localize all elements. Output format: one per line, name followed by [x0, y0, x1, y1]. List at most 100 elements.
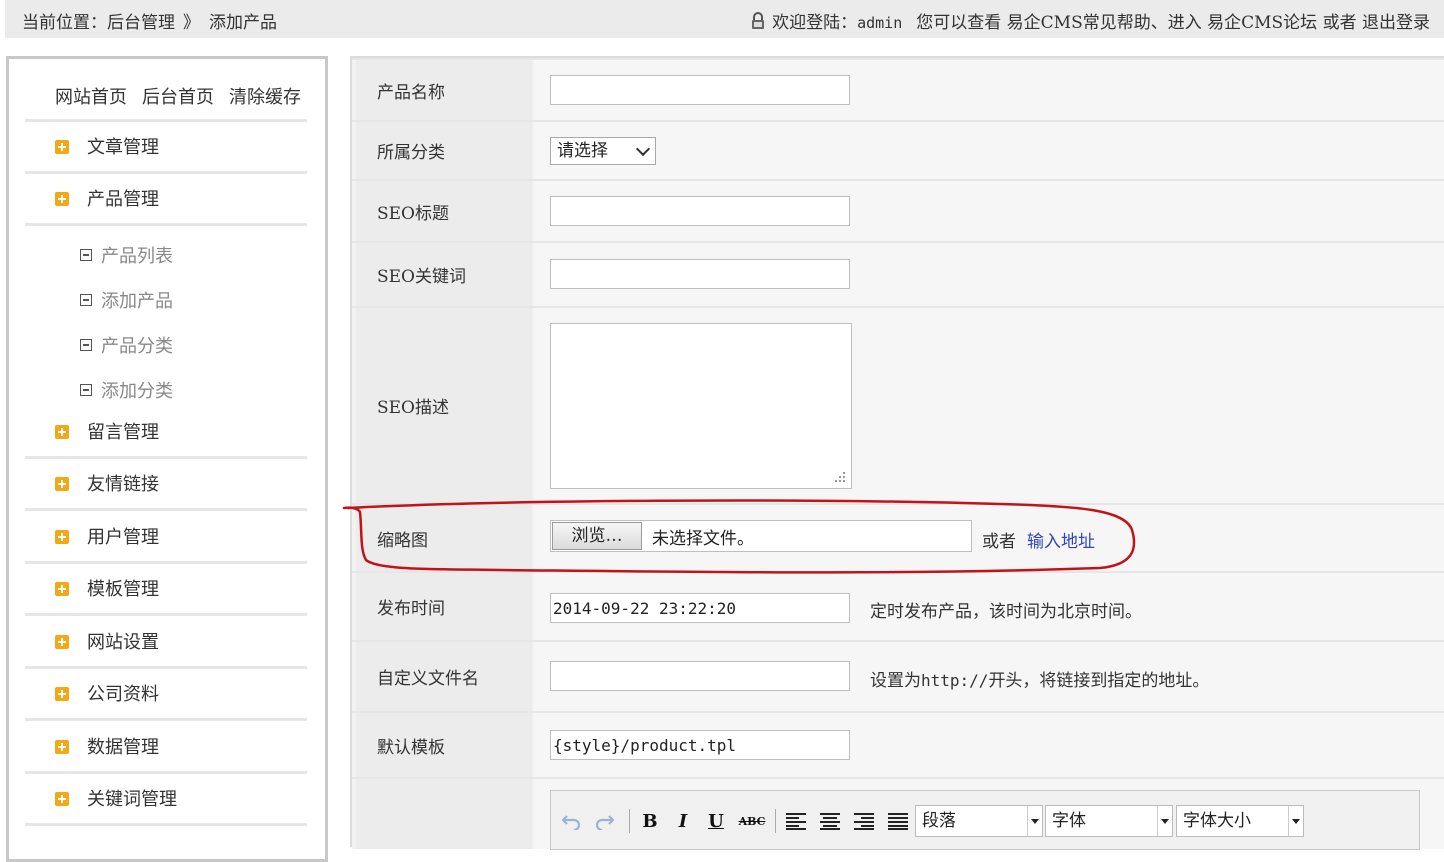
category-selected-value: 请选择 — [557, 141, 608, 161]
sidebar-item-keywords[interactable]: 关键词管理 — [55, 788, 177, 812]
template-input[interactable] — [550, 730, 850, 760]
divider — [25, 223, 307, 226]
paragraph-select[interactable]: 段落 — [915, 805, 1043, 837]
enter-url-link[interactable]: 输入地址 — [1027, 527, 1095, 552]
row-thumbnail: 缩略图 浏览… 未选择文件。 或者 输入地址 — [352, 505, 1444, 571]
sidebar: 网站首页 后台首页 清除缓存 文章管理 产品管理 产品列表 添加产品 产品分类 添加… — [6, 56, 328, 862]
expand-icon — [55, 192, 69, 206]
breadcrumb-current: 添加产品 — [209, 13, 277, 33]
logout-link[interactable]: 退出登录 — [1362, 13, 1430, 33]
sidebar-item-data[interactable]: 数据管理 — [55, 736, 159, 760]
font-size-select-value: 字体大小 — [1183, 811, 1251, 831]
sidebar-item-company[interactable]: 公司资料 — [55, 683, 159, 707]
welcome-label: 欢迎登陆： — [772, 13, 858, 33]
sidebar-item-links[interactable]: 友情链接 — [55, 473, 159, 497]
italic-icon[interactable]: I — [672, 809, 694, 833]
rich-text-toolbar: B I U ABC 段落 字体 字体大小 — [550, 790, 1420, 850]
product-name-input[interactable] — [550, 75, 850, 105]
lock-icon — [751, 12, 765, 30]
submenu-add-product[interactable]: 添加产品 — [80, 290, 173, 314]
bold-icon[interactable]: B — [639, 809, 661, 833]
collapse-icon — [80, 339, 92, 351]
toolbar-separator — [629, 809, 630, 833]
expand-icon — [55, 582, 69, 596]
seo-title-input[interactable] — [550, 196, 850, 226]
field-label: 发布时间 — [356, 573, 532, 640]
submenu-label: 产品列表 — [101, 246, 173, 267]
seo-keywords-input[interactable] — [550, 259, 850, 289]
user-bar: 欢迎登陆：admin 您可以查看 易企CMS常见帮助、进入 易企CMS论坛 或者 … — [751, 8, 1430, 33]
sidebar-item-label: 公司资料 — [87, 684, 159, 705]
sidebar-item-label: 模板管理 — [87, 579, 159, 600]
paragraph-select-value: 段落 — [922, 811, 956, 831]
submenu-product-category[interactable]: 产品分类 — [80, 335, 173, 359]
quick-link-clear-cache[interactable]: 清除缓存 — [229, 87, 301, 108]
expand-icon — [55, 687, 69, 701]
field-label: 自定义文件名 — [356, 642, 532, 711]
divider — [25, 823, 307, 826]
chevron-down-icon — [1157, 806, 1172, 836]
font-size-select[interactable]: 字体大小 — [1176, 805, 1304, 837]
chevron-down-icon — [1288, 806, 1303, 836]
help-link[interactable]: 易企CMS常见帮助 — [1007, 13, 1151, 33]
submenu-label: 产品分类 — [101, 336, 173, 357]
seo-description-textarea[interactable] — [550, 323, 852, 489]
sidebar-item-site-settings[interactable]: 网站设置 — [55, 631, 159, 655]
sidebar-item-products[interactable]: 产品管理 — [55, 188, 159, 212]
sidebar-item-label: 友情链接 — [87, 474, 159, 495]
row-publish-time: 发布时间 定时发布产品，该时间为北京时间。 — [352, 573, 1444, 640]
expand-icon — [55, 530, 69, 544]
divider — [25, 666, 307, 669]
collapse-icon — [80, 384, 92, 396]
sidebar-item-articles[interactable]: 文章管理 — [55, 136, 159, 160]
toolbar-separator — [775, 809, 776, 833]
submenu-product-list[interactable]: 产品列表 — [80, 245, 173, 269]
custom-filename-input[interactable] — [550, 661, 850, 691]
field-label: 所属分类 — [356, 122, 532, 179]
sidebar-item-label: 留言管理 — [87, 422, 159, 443]
undo-icon[interactable] — [561, 809, 583, 833]
forum-link[interactable]: 易企CMS论坛 — [1207, 13, 1317, 33]
quick-link-admin-home[interactable]: 后台首页 — [142, 87, 214, 108]
sidebar-item-templates[interactable]: 模板管理 — [55, 578, 159, 602]
field-label: 缩略图 — [356, 505, 532, 571]
quick-link-site-home[interactable]: 网站首页 — [55, 87, 127, 108]
align-right-icon[interactable] — [852, 809, 876, 833]
divider — [25, 771, 307, 774]
divider — [25, 613, 307, 616]
sidebar-item-users[interactable]: 用户管理 — [55, 526, 159, 550]
font-select-value: 字体 — [1052, 811, 1086, 831]
location-label: 当前位置： — [22, 13, 107, 33]
underline-icon[interactable]: U — [705, 809, 727, 833]
submenu-add-category[interactable]: 添加分类 — [80, 380, 173, 404]
sidebar-item-label: 产品管理 — [87, 189, 159, 210]
chevron-down-icon — [1027, 806, 1042, 836]
sidebar-item-label: 文章管理 — [87, 137, 159, 158]
thumbnail-file-input[interactable]: 浏览… 未选择文件。 — [550, 520, 972, 552]
quick-links: 网站首页 后台首页 清除缓存 — [55, 83, 301, 109]
sidebar-item-messages[interactable]: 留言管理 — [55, 421, 159, 445]
redo-icon[interactable] — [593, 809, 615, 833]
field-label: SEO描述 — [356, 308, 532, 503]
category-select[interactable]: 请选择 — [550, 137, 656, 165]
divider — [25, 508, 307, 511]
align-justify-icon[interactable] — [886, 809, 910, 833]
row-seo-description: SEO描述 — [352, 308, 1444, 503]
font-select[interactable]: 字体 — [1045, 805, 1173, 837]
submenu-label: 添加产品 — [101, 291, 173, 312]
align-center-icon[interactable] — [818, 809, 842, 833]
sidebar-item-label: 关键词管理 — [87, 789, 177, 810]
row-template: 默认模板 — [352, 713, 1444, 777]
align-left-icon[interactable] — [784, 809, 808, 833]
row-category: 所属分类 请选择 — [352, 122, 1444, 179]
sidebar-item-label: 用户管理 — [87, 527, 159, 548]
publish-time-hint: 定时发布产品，该时间为北京时间。 — [870, 602, 1142, 622]
publish-time-input[interactable] — [550, 593, 850, 623]
breadcrumb: 当前位置：后台管理》添加产品 — [22, 8, 283, 33]
browse-button[interactable]: 浏览… — [552, 522, 642, 550]
breadcrumb-admin[interactable]: 后台管理 — [107, 13, 175, 33]
resize-grip-icon[interactable] — [832, 469, 846, 483]
field-label — [356, 779, 532, 849]
username: admin — [857, 14, 903, 32]
strikethrough-icon[interactable]: ABC — [738, 809, 766, 833]
